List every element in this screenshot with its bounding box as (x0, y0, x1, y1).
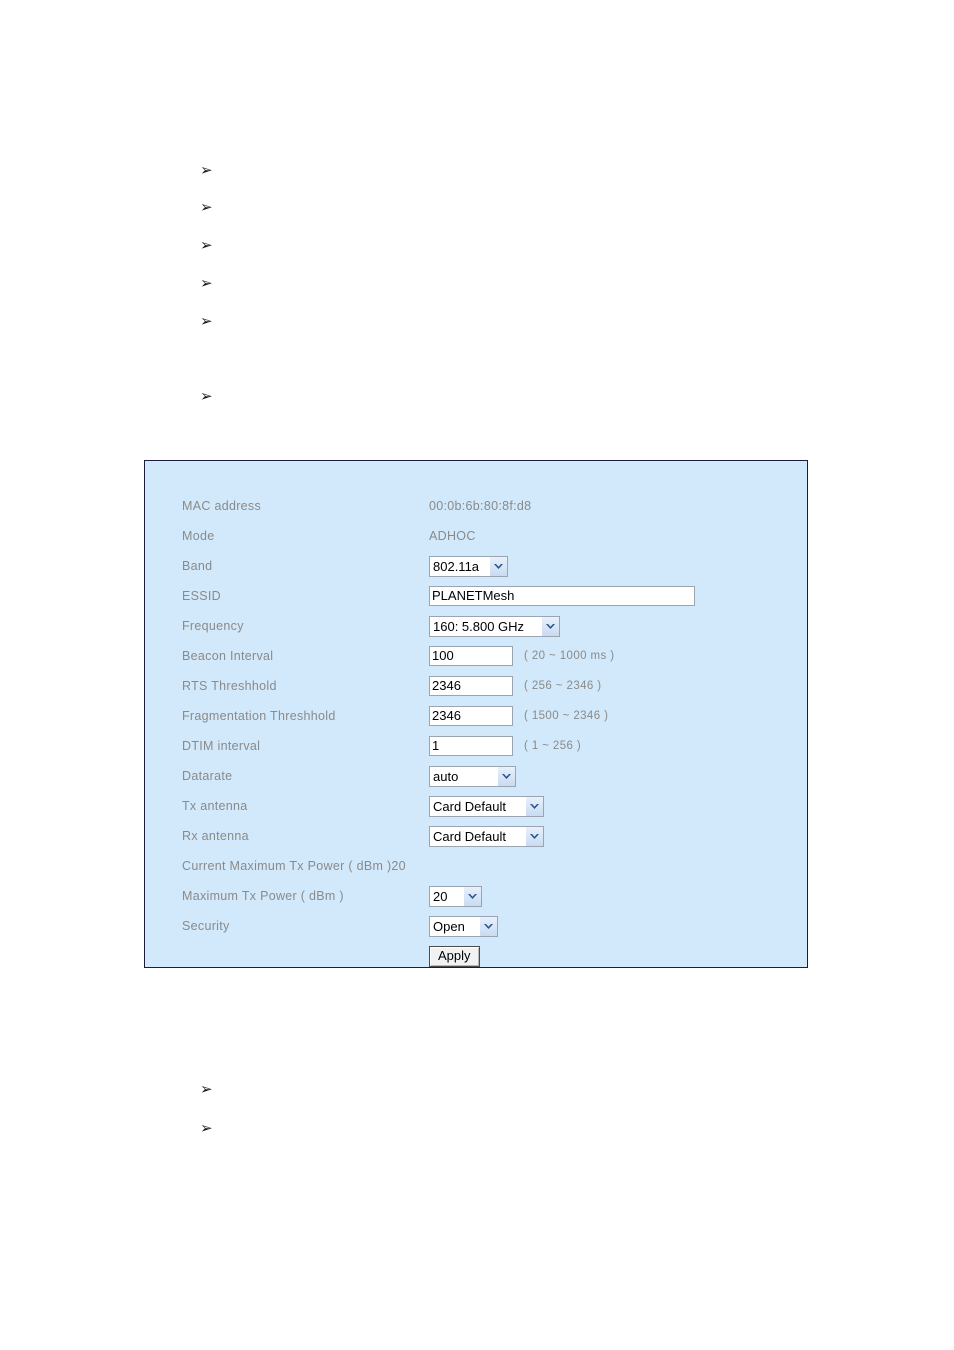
datarate-select[interactable]: auto (429, 765, 516, 787)
rx-antenna-select[interactable]: Card Default (429, 825, 544, 847)
arrow-bullet-icon: ➢ (200, 1119, 213, 1137)
maximum-tx-power-dbm-select[interactable]: 20 (429, 885, 482, 907)
field-control: ( 1500 ~ 2346 ) (429, 701, 608, 731)
select-arrow-button[interactable] (541, 616, 559, 636)
select-arrow-button[interactable] (489, 556, 507, 576)
field-hint: ( 256 ~ 2346 ) (524, 680, 602, 692)
chevron-down-icon (494, 563, 503, 569)
form-row: Fragmentation Threshhold ( 1500 ~ 2346 ) (145, 701, 807, 731)
frequency-select[interactable]: 160: 5.800 GHz (429, 615, 560, 637)
select-arrow-button[interactable] (525, 796, 543, 816)
field-label: Current Maximum Tx Power ( dBm )20 (182, 851, 406, 881)
form-row: Current Maximum Tx Power ( dBm )20 (145, 851, 807, 881)
chevron-down-icon (484, 923, 493, 929)
tx-antenna-select[interactable]: Card Default (429, 795, 544, 817)
chevron-down-icon (468, 893, 477, 899)
current-max-tx-power-value: 20 (391, 859, 406, 873)
wireless-config-panel: MAC address 00:0b:6b:80:8f:d8 Mode ADHOC Ban… (144, 460, 808, 968)
form-row: Security Open (145, 911, 807, 941)
field-label: Tx antenna (182, 799, 248, 813)
rts-threshhold-input[interactable] (429, 676, 513, 696)
arrow-bullet-icon: ➢ (200, 312, 213, 330)
field-hint: ( 1500 ~ 2346 ) (524, 710, 609, 722)
arrow-bullet-icon: ➢ (200, 236, 213, 254)
apply-button[interactable]: Apply (429, 945, 480, 967)
field-label: DTIM interval (182, 739, 261, 753)
form-row: Tx antenna Card Default (145, 791, 807, 821)
field-control (429, 581, 695, 611)
arrow-bullet-icon: ➢ (200, 387, 213, 405)
field-control: ( 20 ~ 1000 ms ) (429, 641, 614, 671)
readonly-value: 00:0b:6b:80:8f:d8 (429, 499, 532, 513)
form-row: Rx antenna Card Default (145, 821, 807, 851)
field-label: Maximum Tx Power ( dBm ) (182, 889, 344, 903)
field-control: auto (429, 761, 516, 791)
select-arrow-button[interactable] (497, 766, 515, 786)
arrow-bullet-icon: ➢ (200, 198, 213, 216)
select-value: Card Default (433, 798, 506, 814)
wireless-settings-form: MAC address 00:0b:6b:80:8f:d8 Mode ADHOC Ban… (145, 491, 807, 971)
select-value: 20 (433, 888, 448, 904)
form-row: MAC address 00:0b:6b:80:8f:d8 (145, 491, 807, 521)
field-label: Rx antenna (182, 829, 249, 843)
field-control: 160: 5.800 GHz (429, 611, 560, 641)
field-control: 802.11a (429, 551, 508, 581)
field-control: Open (429, 911, 498, 941)
form-row: Mode ADHOC (145, 521, 807, 551)
select-arrow-button[interactable] (479, 916, 497, 936)
field-control: ADHOC (429, 521, 476, 551)
form-actions-row: Apply (145, 941, 807, 971)
field-label: ESSID (182, 589, 222, 603)
select-arrow-button[interactable] (525, 826, 543, 846)
chevron-down-icon (530, 803, 539, 809)
fragmentation-threshhold-input[interactable] (429, 706, 513, 726)
apply-button-wrap: Apply (429, 941, 480, 971)
select-value: 802.11a (433, 558, 480, 574)
form-row: Datarate auto (145, 761, 807, 791)
select-value: Open (433, 918, 465, 934)
security-select[interactable]: Open (429, 915, 498, 937)
form-row: Frequency 160: 5.800 GHz (145, 611, 807, 641)
form-row: DTIM interval ( 1 ~ 256 ) (145, 731, 807, 761)
select-value: 160: 5.800 GHz (433, 618, 525, 634)
select-value: auto (433, 768, 459, 784)
chevron-down-icon (546, 623, 555, 629)
essid-input[interactable] (429, 586, 695, 606)
arrow-bullet-icon: ➢ (200, 274, 213, 292)
arrow-bullet-icon: ➢ (200, 161, 213, 179)
field-hint: ( 1 ~ 256 ) (524, 740, 582, 752)
field-control: ( 1 ~ 256 ) (429, 731, 581, 761)
select-value: Card Default (433, 828, 506, 844)
field-label: Beacon Interval (182, 649, 274, 663)
field-label: Mode (182, 529, 215, 543)
field-label: Security (182, 919, 230, 933)
dtim-interval-input[interactable] (429, 736, 513, 756)
field-control: Card Default (429, 791, 544, 821)
field-control: 20 (429, 881, 482, 911)
band-select[interactable]: 802.11a (429, 555, 508, 577)
field-control: Card Default (429, 821, 544, 851)
field-label: Band (182, 559, 213, 573)
field-hint: ( 20 ~ 1000 ms ) (524, 650, 615, 662)
form-row: RTS Threshhold ( 256 ~ 2346 ) (145, 671, 807, 701)
form-row: Maximum Tx Power ( dBm ) 20 (145, 881, 807, 911)
field-control: ( 256 ~ 2346 ) (429, 671, 602, 701)
field-label: RTS Threshhold (182, 679, 277, 693)
select-arrow-button[interactable] (463, 886, 481, 906)
field-label: MAC address (182, 499, 262, 513)
beacon-interval-input[interactable] (429, 646, 513, 666)
form-row: Band 802.11a (145, 551, 807, 581)
field-label: Frequency (182, 619, 244, 633)
chevron-down-icon (530, 833, 539, 839)
form-row: ESSID (145, 581, 807, 611)
form-row: Beacon Interval ( 20 ~ 1000 ms ) (145, 641, 807, 671)
field-control: 00:0b:6b:80:8f:d8 (429, 491, 531, 521)
field-label-text: Current Maximum Tx Power ( dBm ) (182, 859, 392, 873)
readonly-value: ADHOC (429, 529, 476, 543)
field-label: Fragmentation Threshhold (182, 709, 336, 723)
field-label: Datarate (182, 769, 233, 783)
chevron-down-icon (502, 773, 511, 779)
arrow-bullet-icon: ➢ (200, 1080, 213, 1098)
